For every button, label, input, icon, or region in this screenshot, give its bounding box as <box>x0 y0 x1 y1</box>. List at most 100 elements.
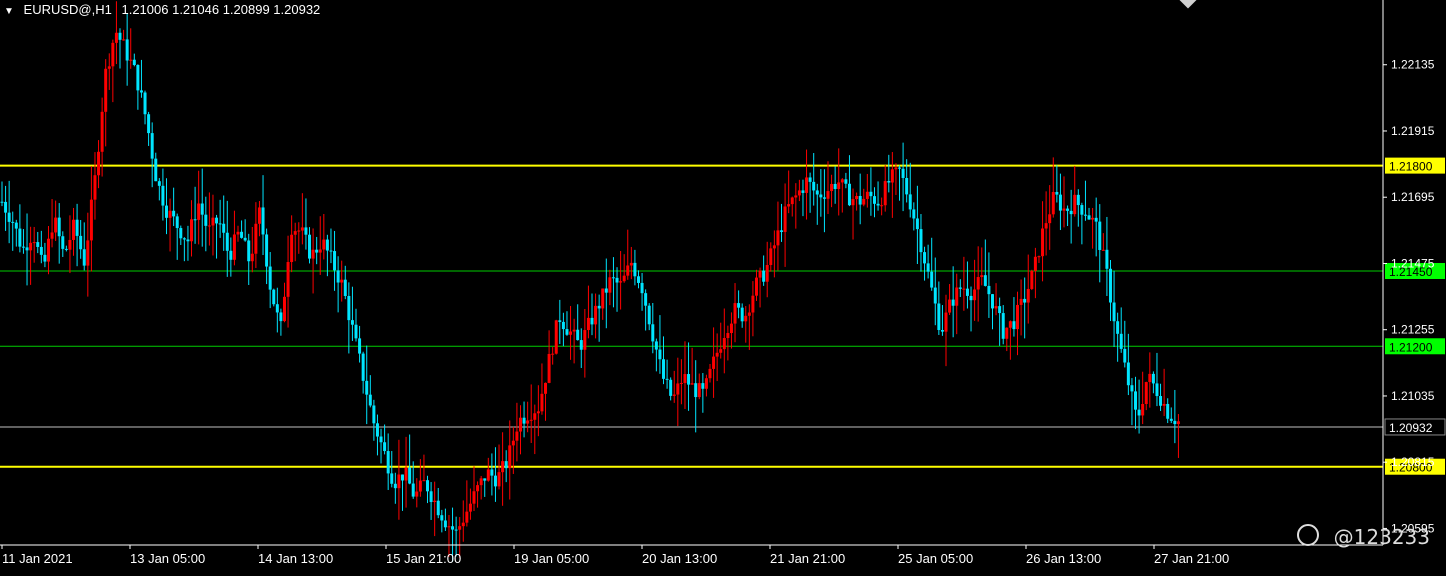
candle-body <box>851 199 855 206</box>
candle-body <box>476 485 480 492</box>
candle-body <box>1130 385 1134 392</box>
candle-body <box>254 223 258 254</box>
candle-body <box>1098 221 1102 250</box>
candle-body <box>54 217 58 233</box>
candle-body <box>400 474 404 481</box>
candle-body <box>676 383 680 395</box>
candle-body <box>601 288 605 309</box>
candle-body <box>930 271 934 288</box>
candle-body <box>311 249 315 259</box>
candle-body <box>554 320 558 354</box>
candle-body <box>944 312 948 332</box>
candle-body <box>168 210 172 218</box>
candle-body <box>443 520 447 528</box>
candle-body <box>150 133 154 159</box>
candle-body <box>333 251 337 271</box>
candle-body <box>11 221 15 223</box>
candlestick-chart[interactable]: 1.218001.214501.212001.209321.20800 1.22… <box>0 0 1446 571</box>
candle-body <box>544 382 548 394</box>
candle-body <box>1105 249 1109 269</box>
candle-body <box>343 279 347 297</box>
candle-body <box>436 500 440 516</box>
candle-body <box>751 295 755 313</box>
watermark: @123233 <box>1297 524 1430 549</box>
candle-body <box>247 240 251 262</box>
candle-body <box>129 59 133 61</box>
candle-body <box>57 217 61 237</box>
candle-body <box>658 349 662 360</box>
candle-body <box>175 216 179 229</box>
candle-body <box>114 32 118 43</box>
candle-body <box>1019 298 1023 305</box>
candle-body <box>86 240 90 266</box>
candle-body <box>1008 321 1012 328</box>
candle-body <box>647 305 651 325</box>
candle-body <box>586 317 590 331</box>
candle-body <box>1134 391 1138 410</box>
candle-body <box>240 231 244 238</box>
level-label: 1.21200 <box>1389 340 1433 354</box>
candle-body <box>36 242 40 247</box>
candle-body <box>268 266 272 290</box>
chart-area[interactable]: 1.21800 1.21450 1.21200 1.20932 1.20800 1.22… <box>0 0 1446 571</box>
candle-body <box>933 287 937 304</box>
candle-body <box>61 236 65 249</box>
candle-body <box>719 349 723 353</box>
candle-body <box>275 304 279 313</box>
candle-body <box>551 353 555 355</box>
candle-body <box>272 289 276 305</box>
candle-body <box>207 225 211 227</box>
candle-body <box>243 237 247 241</box>
candle-body <box>887 181 891 183</box>
candle-body <box>590 317 594 325</box>
candle-body <box>483 478 487 481</box>
candle-body <box>1123 348 1127 363</box>
candle-body <box>1144 382 1148 405</box>
candle-body <box>604 288 608 293</box>
candle-body <box>644 293 648 306</box>
candle-body <box>1073 194 1077 215</box>
candle-body <box>522 417 526 424</box>
candle-body <box>987 285 991 295</box>
candle-body <box>157 181 161 186</box>
y-tick-label: 1.21255 <box>1391 323 1435 337</box>
levels-layer: 1.218001.214501.212001.209321.20800 <box>0 157 1446 475</box>
candle-body <box>1173 420 1177 425</box>
candle-body <box>32 242 36 244</box>
candle-body <box>615 277 619 283</box>
candle-body <box>143 92 147 115</box>
candle-body <box>229 250 233 260</box>
candle-body <box>733 303 737 324</box>
candle-body <box>215 217 219 224</box>
candle-body <box>179 228 183 239</box>
candle-body <box>75 219 79 236</box>
candle-body <box>82 249 86 266</box>
candle-body <box>898 167 902 169</box>
candle-body <box>794 195 798 198</box>
candle-body <box>915 218 919 230</box>
candle-body <box>712 356 716 369</box>
candle-body <box>472 491 476 504</box>
candle-body <box>801 190 805 193</box>
dropdown-triangle-icon[interactable]: ▼ <box>4 6 14 17</box>
candle-body <box>926 263 930 272</box>
candle-body <box>865 191 869 199</box>
candle-body <box>279 312 283 322</box>
candle-body <box>629 262 633 266</box>
candle-body <box>232 234 236 260</box>
candle-body <box>1176 421 1180 425</box>
candle-body <box>540 393 544 412</box>
candle-body <box>225 232 229 251</box>
candle-body <box>218 223 222 225</box>
candle-body <box>576 329 580 341</box>
candle-body <box>415 491 419 497</box>
candle-body <box>872 196 876 204</box>
candle-body <box>1155 383 1159 397</box>
candle-body <box>937 303 941 330</box>
candle-body <box>776 230 780 246</box>
candle-body <box>418 480 422 492</box>
candle-body <box>901 168 905 178</box>
axis-layer: 1.22135 1.21915 1.21695 1.21475 1.21255 1.210… <box>0 0 1435 566</box>
candle-body <box>468 503 472 512</box>
watermark-text: @123233 <box>1333 525 1430 549</box>
